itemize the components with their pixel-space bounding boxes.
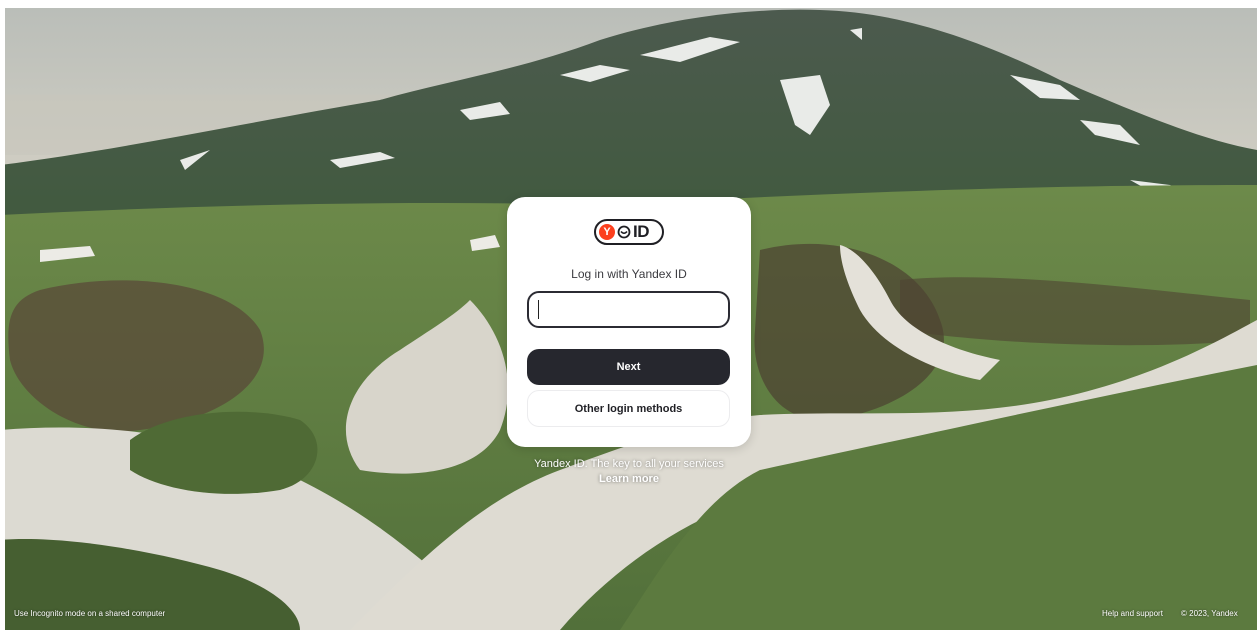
copyright-link[interactable]: © 2023, Yandex	[1181, 609, 1238, 618]
other-login-methods-button[interactable]: Other login methods	[527, 390, 730, 427]
smile-icon	[617, 225, 631, 239]
next-button[interactable]: Next	[527, 349, 730, 385]
yandex-y-icon: Y	[599, 224, 615, 240]
learn-more-link[interactable]: Learn more	[507, 473, 751, 485]
yandex-id-logo[interactable]: Y ID	[594, 219, 664, 245]
text-caret	[538, 300, 539, 319]
incognito-hint: Use Incognito mode on a shared computer	[14, 609, 166, 618]
logo-id-text: ID	[633, 222, 650, 241]
login-page: Y ID Log in with Yandex ID Next Other lo…	[0, 0, 1257, 630]
login-title: Log in with Yandex ID	[571, 267, 687, 281]
help-and-support-link[interactable]: Help and support	[1102, 609, 1163, 618]
promo-tagline: Yandex ID. The key to all your services	[534, 458, 724, 470]
login-card: Y ID Log in with Yandex ID Next Other lo…	[507, 197, 751, 447]
login-input[interactable]	[527, 291, 730, 328]
